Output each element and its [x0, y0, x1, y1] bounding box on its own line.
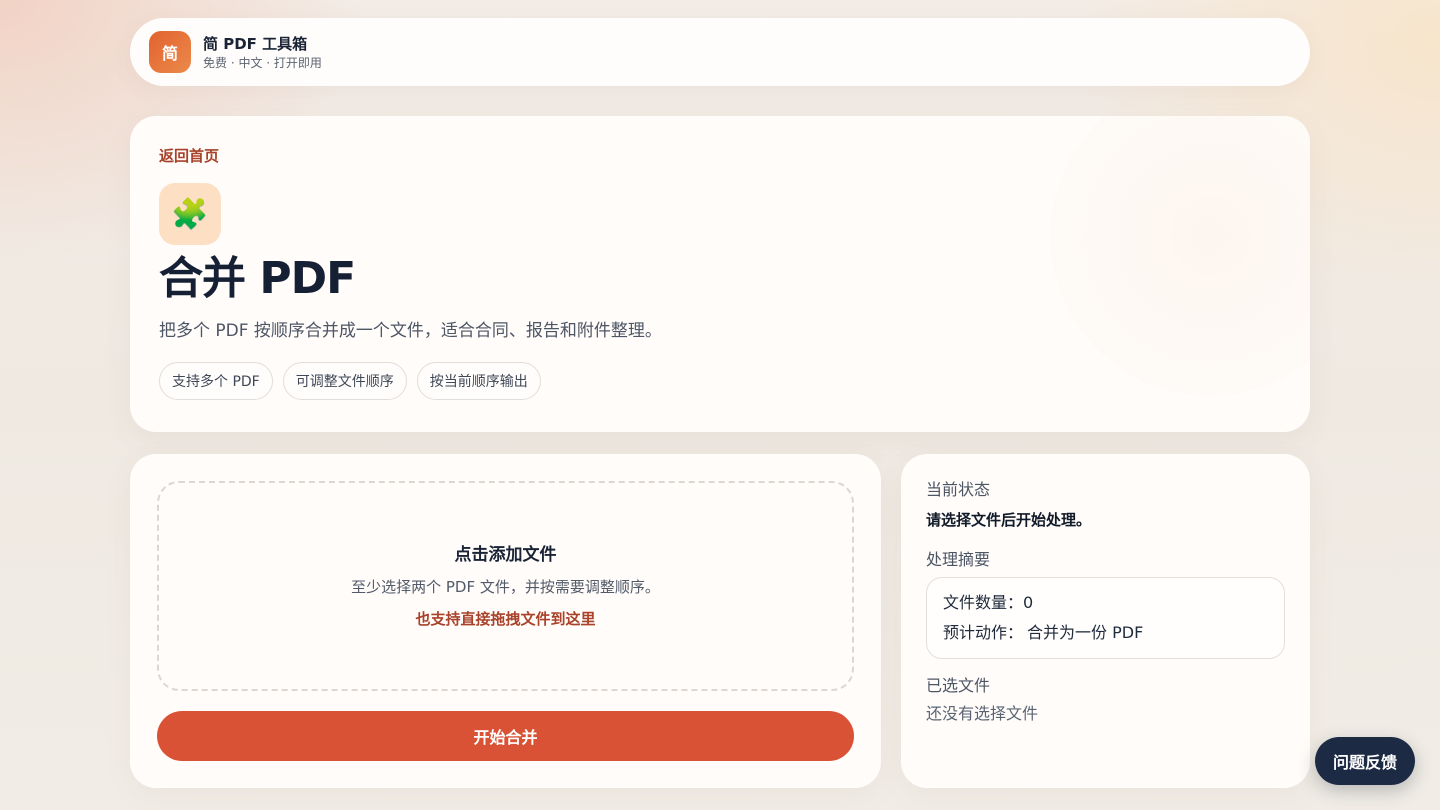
brand-tagline: 免费 · 中文 · 打开即用 — [203, 55, 322, 70]
page-description: 把多个 PDF 按顺序合并成一个文件，适合合同、报告和附件整理。 — [159, 321, 662, 341]
action-row: 预计动作： 合并为一份 PDF — [943, 622, 1268, 644]
brand-logo[interactable]: 简 — [149, 31, 191, 73]
action-label: 预计动作： — [943, 623, 1024, 642]
puzzle-piece-icon: 🧩 — [159, 183, 221, 245]
selected-files-label: 已选文件 — [926, 676, 991, 695]
action-value: 合并为一份 PDF — [1027, 623, 1144, 642]
dropzone-title: 点击添加文件 — [454, 544, 557, 565]
brand-text: 简 PDF 工具箱 免费 · 中文 · 打开即用 — [203, 34, 322, 71]
feature-tags: 支持多个 PDF 可调整文件顺序 按当前顺序输出 — [159, 362, 1281, 400]
file-count-row: 文件数量：0 — [943, 592, 1268, 614]
feedback-button[interactable]: 问题反馈 — [1315, 737, 1415, 785]
upload-card: 点击添加文件 至少选择两个 PDF 文件，并按需要调整顺序。 也支持直接拖拽文件… — [130, 454, 881, 788]
feature-tag: 按当前顺序输出 — [416, 362, 541, 400]
file-count-label: 文件数量： — [943, 593, 1024, 612]
summary-box: 文件数量：0 预计动作： 合并为一份 PDF — [926, 577, 1285, 659]
selected-files-empty: 还没有选择文件 — [926, 704, 1039, 723]
feature-tag: 可调整文件顺序 — [282, 362, 407, 400]
tool-hero-card: 返回首页 🧩 合并 PDF 把多个 PDF 按顺序合并成一个文件，适合合同、报告… — [130, 116, 1310, 432]
summary-label: 处理摘要 — [926, 550, 991, 569]
page-title: 合并 PDF — [159, 253, 356, 304]
back-home-link[interactable]: 返回首页 — [159, 146, 219, 166]
brand-name[interactable]: 简 PDF 工具箱 — [203, 34, 322, 54]
dropzone-drag-hint: 也支持直接拖拽文件到这里 — [415, 609, 596, 628]
current-status-value: 请选择文件后开始处理。 — [926, 511, 1092, 529]
start-merge-button[interactable]: 开始合并 — [157, 711, 854, 761]
file-count-value: 0 — [1023, 593, 1034, 612]
dropzone-subtitle: 至少选择两个 PDF 文件，并按需要调整顺序。 — [351, 577, 660, 596]
top-bar: 简 简 PDF 工具箱 免费 · 中文 · 打开即用 — [130, 18, 1310, 86]
current-status-label: 当前状态 — [926, 480, 991, 499]
status-panel: 当前状态 请选择文件后开始处理。 处理摘要 文件数量：0 预计动作： 合并为一份 … — [901, 454, 1310, 788]
file-dropzone[interactable]: 点击添加文件 至少选择两个 PDF 文件，并按需要调整顺序。 也支持直接拖拽文件… — [157, 481, 854, 691]
feature-tag: 支持多个 PDF — [159, 362, 273, 400]
